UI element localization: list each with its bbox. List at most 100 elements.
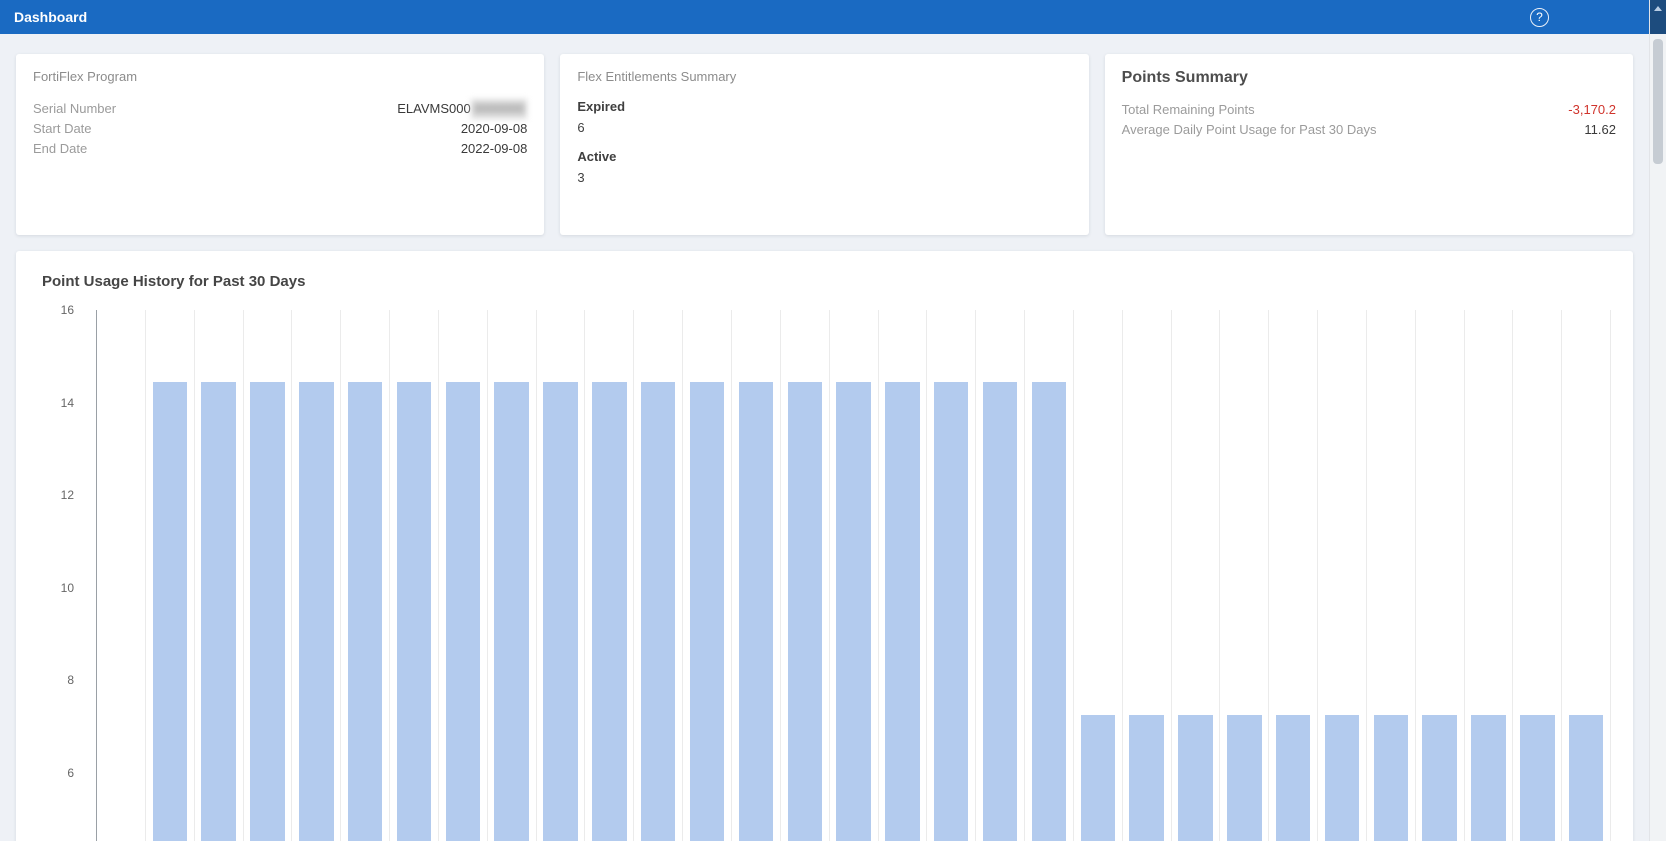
chart-grid-cell bbox=[1074, 310, 1123, 841]
fortiflex-info-rows: Serial Number ELAVMS0000000000 Start Date 2… bbox=[33, 99, 527, 159]
card-title-fortiflex: FortiFlex Program bbox=[33, 69, 527, 84]
info-label: Start Date bbox=[33, 119, 92, 139]
top-header: Dashboard ? bbox=[0, 0, 1649, 34]
y-axis-tick-label: 8 bbox=[67, 673, 74, 687]
stat-label: Expired bbox=[577, 99, 1071, 114]
card-points-summary: Points Summary Total Remaining Points -3,… bbox=[1105, 54, 1633, 235]
chart-grid-cell bbox=[1123, 310, 1172, 841]
usage-bar bbox=[1129, 715, 1163, 841]
usage-bar bbox=[885, 382, 919, 841]
chart-grid-cell bbox=[390, 310, 439, 841]
chart-grid-cell bbox=[292, 310, 341, 841]
redacted-text: 0000000 bbox=[471, 99, 528, 119]
usage-bar bbox=[1325, 715, 1359, 841]
chart-grid-cell bbox=[1269, 310, 1318, 841]
chart-title: Point Usage History for Past 30 Days bbox=[42, 273, 1611, 290]
chart-grid-cell bbox=[585, 310, 634, 841]
stat-value: 3 bbox=[577, 170, 1071, 185]
chart-grid-cell bbox=[341, 310, 390, 841]
usage-bar bbox=[739, 382, 773, 841]
help-button[interactable]: ? bbox=[1530, 8, 1549, 27]
usage-bar bbox=[1471, 715, 1505, 841]
chart-grid-cell bbox=[244, 310, 293, 841]
usage-bar bbox=[1178, 715, 1212, 841]
chart-grid-cell bbox=[1220, 310, 1269, 841]
stat-label: Active bbox=[577, 149, 1071, 164]
usage-bar bbox=[641, 382, 675, 841]
scrollbar-thumb[interactable] bbox=[1653, 39, 1663, 164]
chart-grid-cell bbox=[195, 310, 244, 841]
chart-grid-cell bbox=[146, 310, 195, 841]
info-row: Serial Number ELAVMS0000000000 bbox=[33, 99, 527, 119]
y-axis-tick-label: 12 bbox=[61, 488, 74, 502]
usage-bar bbox=[543, 382, 577, 841]
info-row: Start Date 2020-09-08 bbox=[33, 119, 527, 139]
entitlement-stats: Expired 6 Active 3 bbox=[577, 99, 1071, 185]
usage-bar bbox=[1227, 715, 1261, 841]
page-title: Dashboard bbox=[14, 9, 87, 25]
card-title-entitlements: Flex Entitlements Summary bbox=[577, 69, 1071, 84]
chart-grid-cell bbox=[488, 310, 537, 841]
chart-grid-cell bbox=[683, 310, 732, 841]
entitlement-stat: Active 3 bbox=[577, 149, 1071, 185]
point-usage-chart-card: Point Usage History for Past 30 Days 16 1… bbox=[16, 251, 1633, 841]
usage-bar bbox=[299, 382, 333, 841]
chart-grid-cell bbox=[1367, 310, 1416, 841]
usage-bar bbox=[690, 382, 724, 841]
stat-value: 6 bbox=[577, 120, 1071, 135]
points-info-rows: Total Remaining Points -3,170.2 Average Da… bbox=[1122, 100, 1616, 140]
info-value: 2020-09-08 bbox=[461, 119, 528, 139]
usage-bar bbox=[1374, 715, 1408, 841]
info-label: Serial Number bbox=[33, 99, 116, 119]
chart-grid-cell bbox=[830, 310, 879, 841]
chart-grid-cell bbox=[879, 310, 928, 841]
info-label: Average Daily Point Usage for Past 30 Da… bbox=[1122, 120, 1377, 140]
usage-bar bbox=[348, 382, 382, 841]
chart-grid-cell bbox=[1318, 310, 1367, 841]
chart-grid-cell bbox=[537, 310, 586, 841]
usage-bar bbox=[1422, 715, 1456, 841]
card-flex-entitlements-summary: Flex Entitlements Summary Expired 6 Active… bbox=[560, 54, 1088, 235]
chart-grid-cell bbox=[1513, 310, 1562, 841]
chart-grid-cell bbox=[1416, 310, 1465, 841]
usage-bar bbox=[1569, 715, 1603, 841]
chart-grid-cell bbox=[1172, 310, 1221, 841]
scroll-up-icon bbox=[1654, 6, 1662, 11]
y-axis-tick-label: 16 bbox=[61, 303, 74, 317]
usage-bar bbox=[397, 382, 431, 841]
main-content: FortiFlex Program Serial Number ELAVMS000… bbox=[0, 34, 1649, 841]
chart-grid-cell bbox=[1025, 310, 1074, 841]
chart-grid-cell bbox=[97, 310, 146, 841]
chart-grid-cell bbox=[634, 310, 683, 841]
info-value: -3,170.2 bbox=[1568, 100, 1616, 120]
usage-bar bbox=[592, 382, 626, 841]
info-value: 2022-09-08 bbox=[461, 139, 528, 159]
question-mark-icon: ? bbox=[1536, 10, 1543, 24]
info-value: ELAVMS0000000000 bbox=[397, 99, 527, 119]
usage-bar bbox=[446, 382, 480, 841]
card-title-points: Points Summary bbox=[1122, 69, 1616, 87]
y-axis-tick-label: 14 bbox=[61, 396, 74, 410]
usage-bar bbox=[934, 382, 968, 841]
vertical-scrollbar[interactable] bbox=[1649, 0, 1666, 841]
chart-grid-cell bbox=[781, 310, 830, 841]
chart-grid-cell bbox=[927, 310, 976, 841]
chart-grid-cell bbox=[1465, 310, 1514, 841]
chart-grid-cell bbox=[439, 310, 488, 841]
info-row: End Date2022-09-08 bbox=[33, 139, 527, 159]
info-label: Total Remaining Points bbox=[1122, 100, 1255, 120]
card-fortiflex-program: FortiFlex Program Serial Number ELAVMS000… bbox=[16, 54, 544, 235]
info-value: 11.62 bbox=[1584, 120, 1616, 140]
usage-bar bbox=[494, 382, 528, 841]
usage-bar bbox=[1081, 715, 1115, 841]
usage-bar bbox=[788, 382, 822, 841]
usage-bar bbox=[983, 382, 1017, 841]
usage-bar bbox=[250, 382, 284, 841]
usage-bar bbox=[153, 382, 187, 841]
usage-bar bbox=[836, 382, 870, 841]
chart-grid-cell bbox=[1562, 310, 1611, 841]
entitlement-stat: Expired 6 bbox=[577, 99, 1071, 135]
scrollbar-up-button[interactable] bbox=[1650, 0, 1666, 34]
usage-bar bbox=[201, 382, 235, 841]
info-row: Average Daily Point Usage for Past 30 Da… bbox=[1122, 120, 1616, 140]
